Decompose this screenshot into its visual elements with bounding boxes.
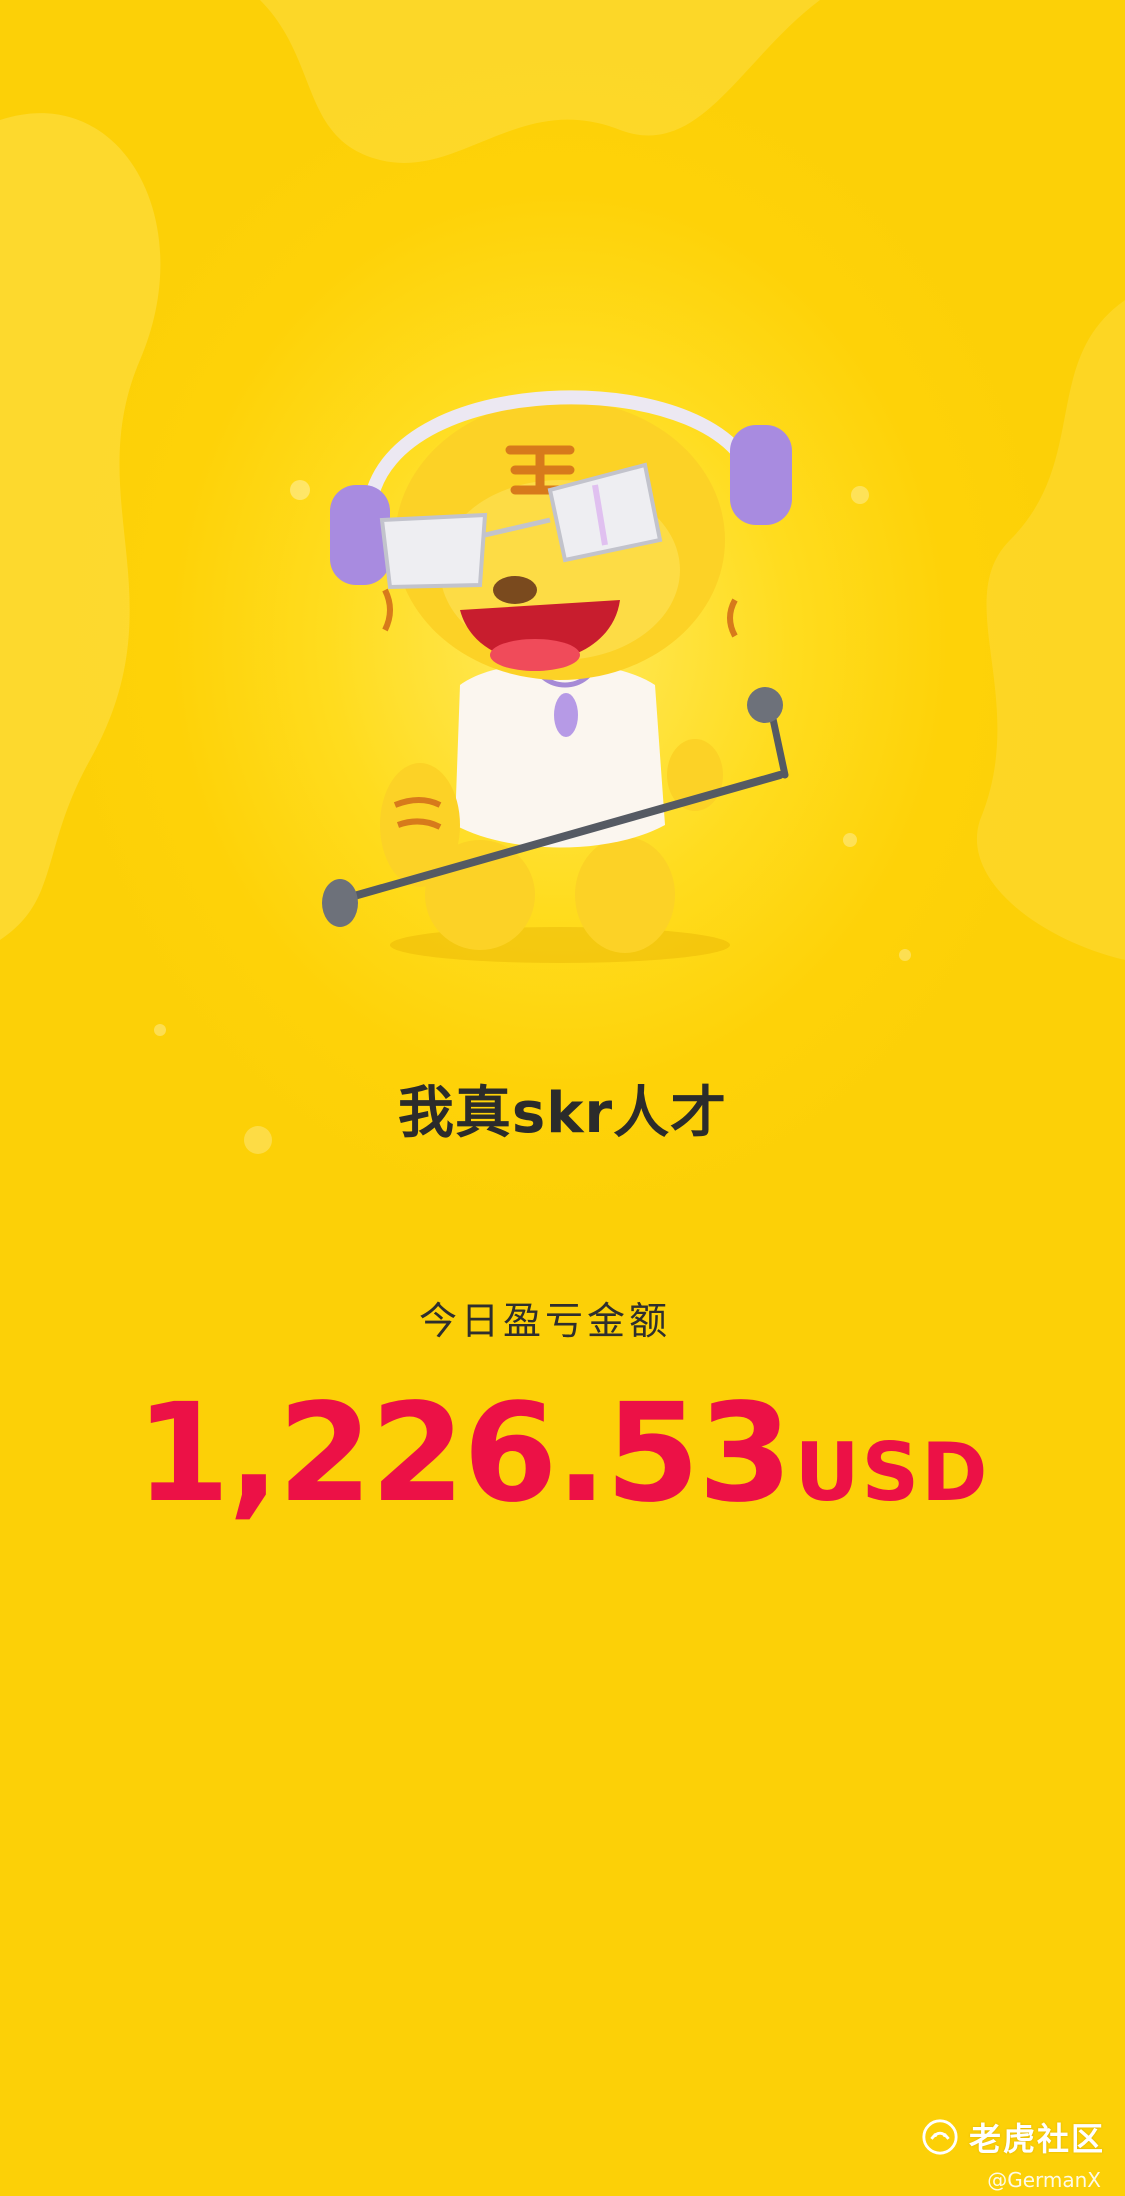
share-card-screen: 我真skr人才 今日盈亏金额 1,226.53USD 老虎社区 @GermanX: [0, 0, 1125, 2196]
tiger-community-logo-icon: [922, 2119, 958, 2155]
watermark-name: 老虎社区: [968, 2120, 1105, 2158]
watermark: 老虎社区: [921, 2114, 1105, 2160]
watermark-handle: @GermanX: [987, 2168, 1101, 2192]
slogan-title: 我真skr人才: [397, 1081, 728, 1146]
pnl-amount-value: 1,226.53: [135, 1375, 792, 1533]
pnl-amount: 1,226.53USD: [0, 1375, 1125, 1533]
tiger-singer-mascot: [322, 390, 792, 963]
pnl-label: 今日盈亏金额: [418, 1299, 671, 1343]
pnl-amount-currency: USD: [794, 1426, 990, 1519]
